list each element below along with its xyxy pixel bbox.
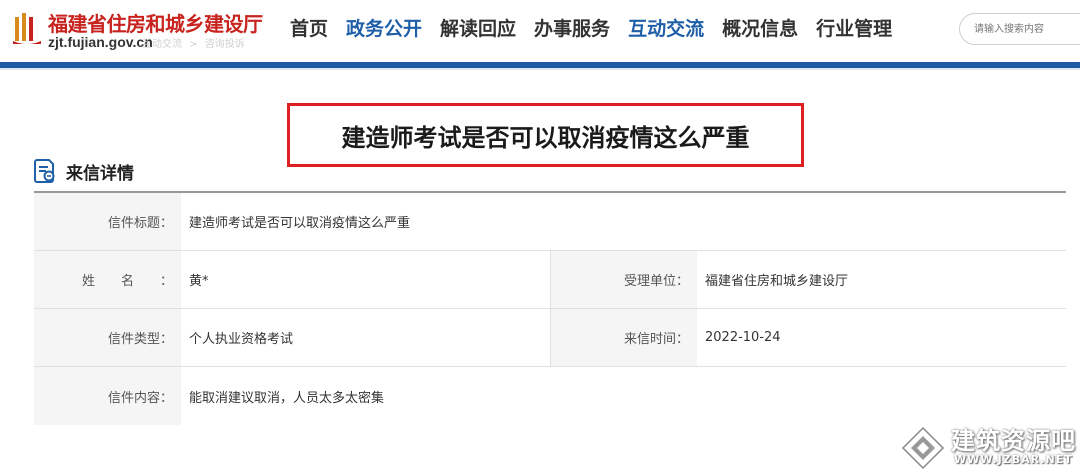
breadcrumb-item[interactable]: 咨询投诉 (205, 39, 245, 50)
nav-item-interaction[interactable]: 互动交流 (628, 14, 704, 44)
document-list-icon (34, 159, 55, 183)
site-header: 福建省住房和城乡建设厅 zjt.fujian.gov.cn 互动交流 > 咨询投… (0, 0, 1080, 62)
section-title: 来信详情 (66, 163, 134, 184)
table-row: 信件类型： 个人执业资格考试 来信时间： 2022-10-24 (34, 309, 1066, 367)
breadcrumb-item[interactable]: 互动交流 (142, 39, 182, 50)
nav-item-services[interactable]: 办事服务 (534, 14, 610, 44)
name-label-cell: 姓名： (34, 251, 181, 308)
nav-item-overview[interactable]: 概况信息 (722, 14, 798, 44)
watermark-url: WWW.JZBAR.NET (954, 453, 1073, 466)
time-label: 来信时间： (550, 309, 697, 366)
site-title: 福建省住房和城乡建设厅 (48, 12, 263, 36)
content-value: 能取消建议取消，人员太多太密集 (189, 390, 385, 406)
letter-detail-table: 信件标题： 建造师考试是否可以取消疫情这么严重 姓名： 黄* 受理单位： 福建省… (34, 191, 1066, 425)
nav-item-industry[interactable]: 行业管理 (816, 14, 892, 44)
table-row: 信件标题： 建造师考试是否可以取消疫情这么严重 (34, 193, 1066, 251)
type-value: 个人执业资格考试 (189, 332, 294, 347)
name-value: 黄* (189, 274, 209, 289)
content-label: 信件内容： (34, 367, 181, 425)
nav-item-government-affairs[interactable]: 政务公开 (346, 14, 422, 44)
dept-value: 福建省住房和城乡建设厅 (705, 274, 849, 289)
government-emblem-icon (13, 13, 41, 44)
diamond-logo-icon (901, 426, 945, 470)
dept-label: 受理单位： (550, 251, 697, 308)
time-value: 2022-10-24 (705, 330, 781, 345)
title-highlight-box: 建造师考试是否可以取消疫情这么严重 (287, 103, 804, 167)
breadcrumb-separator: > (189, 39, 198, 50)
search-box (959, 13, 1080, 45)
breadcrumb: 互动交流 > 咨询投诉 (142, 35, 249, 50)
watermark-name: 建筑资源吧 (951, 427, 1076, 455)
main-nav: 首页 政务公开 解读回应 办事服务 互动交流 概况信息 行业管理 (290, 14, 892, 44)
header-divider-shadow (0, 68, 1080, 70)
search-input[interactable] (974, 14, 1080, 44)
nav-item-interpretation[interactable]: 解读回应 (440, 14, 516, 44)
site-domain: zjt.fujian.gov.cn (48, 34, 153, 50)
page-title: 建造师考试是否可以取消疫情这么严重 (341, 123, 750, 152)
table-row: 信件内容： 能取消建议取消，人员太多太密集 (34, 367, 1066, 425)
subject-label: 信件标题： (34, 193, 181, 250)
nav-item-home[interactable]: 首页 (290, 14, 328, 44)
section-heading: 来信详情 (34, 158, 134, 184)
subject-value: 建造师考试是否可以取消疫情这么严重 (189, 216, 411, 231)
watermark: 建筑资源吧 WWW.JZBAR.NET (896, 418, 1080, 475)
type-label: 信件类型： (34, 309, 181, 366)
table-row: 姓名： 黄* 受理单位： 福建省住房和城乡建设厅 (34, 251, 1066, 309)
